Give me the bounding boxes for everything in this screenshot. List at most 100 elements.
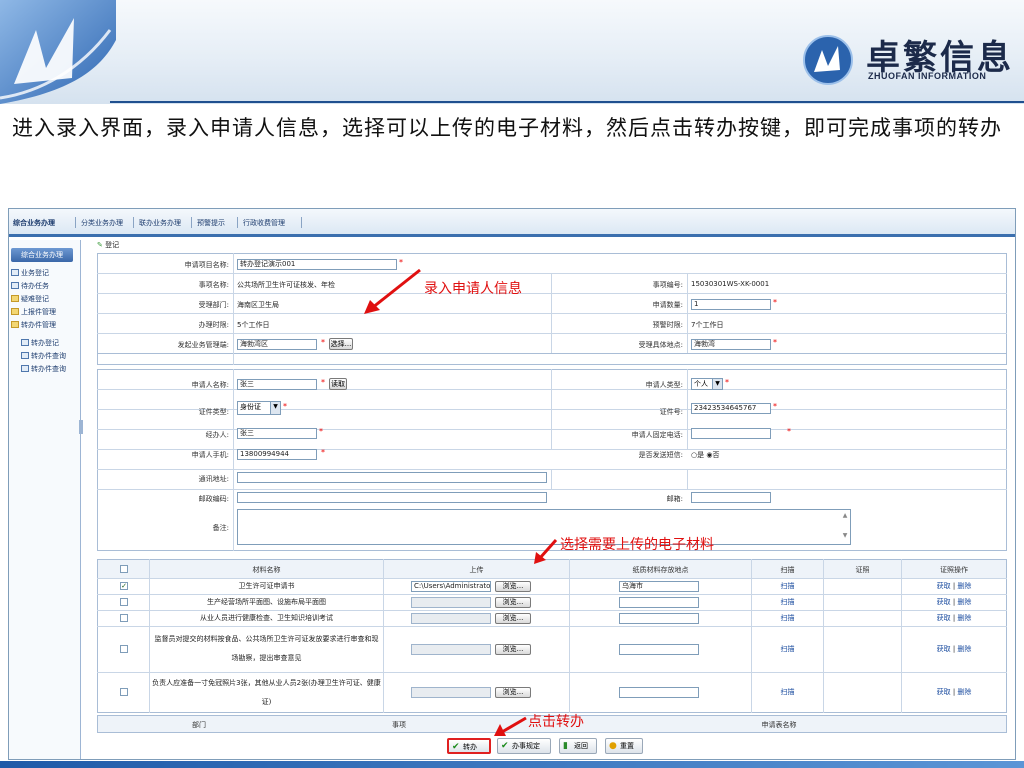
folder-open-icon <box>11 321 19 328</box>
id-type-label: 证件类型: <box>198 408 229 416</box>
rules-button[interactable]: ✔ 办事规定 <box>497 738 551 754</box>
browse-button[interactable]: 浏览... <box>495 644 531 655</box>
storage-location-input[interactable] <box>619 687 699 698</box>
delete-license-link[interactable]: 删除 <box>957 614 971 622</box>
phone-input[interactable] <box>691 428 771 439</box>
material-name: 生产经营场所平面图、设施布局平面图 <box>207 598 326 606</box>
mobile-input[interactable]: 13800994944 <box>237 449 317 460</box>
browse-button[interactable]: 浏览... <box>495 687 531 698</box>
material-checkbox[interactable]: ✓ <box>120 582 128 590</box>
select-all-checkbox[interactable] <box>120 565 128 573</box>
applicant-name-input[interactable]: 张三 <box>237 379 317 390</box>
material-checkbox[interactable] <box>120 645 128 653</box>
delete-license-link[interactable]: 删除 <box>957 688 971 696</box>
sidebar-item-transfer-query-2[interactable]: 转办件查询 <box>21 364 66 374</box>
sms-label: 是否发送短信: <box>638 451 683 459</box>
applicant-name-label: 申请人名称: <box>191 381 229 389</box>
postcode-input[interactable] <box>237 492 547 503</box>
id-no-input[interactable]: 23423534645767 <box>691 403 771 414</box>
scan-link[interactable]: 扫描 <box>752 596 823 609</box>
upload-path-input[interactable] <box>411 687 491 698</box>
scan-link[interactable]: 扫描 <box>752 580 823 593</box>
get-license-link[interactable]: 获取 <box>937 688 951 696</box>
sidebar-item-transfer-mgmt[interactable]: 转办件管理 <box>11 320 56 330</box>
required-mark: * <box>773 338 777 347</box>
quantity-input[interactable]: 1 <box>691 299 771 310</box>
delete-license-link[interactable]: 删除 <box>957 645 971 653</box>
storage-location-input[interactable]: 乌海市 <box>619 581 699 592</box>
get-license-link[interactable]: 获取 <box>937 614 951 622</box>
material-checkbox[interactable] <box>120 598 128 606</box>
nav-separator <box>133 217 134 228</box>
browse-button[interactable]: 浏览... <box>495 597 531 608</box>
reset-button[interactable]: ● 重置 <box>605 738 643 754</box>
material-checkbox[interactable] <box>120 614 128 622</box>
textarea-scrollbar[interactable]: ▲ ▼ <box>841 511 849 543</box>
brand-name-en: ZHUOFAN INFORMATION <box>868 71 987 81</box>
scan-link[interactable]: 扫描 <box>752 686 823 699</box>
browse-button[interactable]: 浏览... <box>495 613 531 624</box>
scan-link[interactable]: 扫描 <box>752 612 823 625</box>
get-license-link[interactable]: 获取 <box>937 598 951 606</box>
email-input[interactable] <box>691 492 771 503</box>
storage-location-input[interactable] <box>619 613 699 624</box>
material-checkbox[interactable] <box>120 688 128 696</box>
chevron-down-icon: ▼ <box>270 402 280 414</box>
folder-icon <box>11 295 19 302</box>
origin-select-button[interactable]: 选择... <box>329 338 353 350</box>
required-mark: * <box>725 378 729 387</box>
nav-separator <box>75 217 76 228</box>
materials-header-scan: 扫描 <box>780 566 795 574</box>
delete-license-link[interactable]: 删除 <box>957 598 971 606</box>
upload-path-input[interactable] <box>411 597 491 608</box>
row-divider <box>97 578 1007 579</box>
required-mark: * <box>319 427 323 436</box>
promise-limit-value: 7个工作日 <box>691 321 724 329</box>
brand-logo-icon <box>803 35 853 85</box>
read-id-button[interactable]: 读取 <box>329 378 347 390</box>
document-icon <box>21 339 29 346</box>
sidebar-collapse-handle[interactable] <box>79 420 83 434</box>
nav-tab-category[interactable]: 分类业务办理 <box>81 218 123 228</box>
sidebar-item-register[interactable]: 业务登记 <box>11 268 49 278</box>
upload-path-input[interactable] <box>411 644 491 655</box>
sidebar-title[interactable]: 综合业务办理 <box>11 248 73 262</box>
location-input[interactable]: 海勃湾 <box>691 339 771 350</box>
nav-tab-joint[interactable]: 联办业务办理 <box>139 218 181 228</box>
back-button[interactable]: ▮ 返回 <box>559 738 597 754</box>
id-type-select[interactable]: 身份证 ▼ <box>237 401 281 415</box>
sidebar-item-todo[interactable]: 待办任务 <box>11 281 49 291</box>
matter-no-value: 15030301WS-XK-0001 <box>691 280 770 288</box>
scan-link[interactable]: 扫描 <box>752 643 823 656</box>
sidebar-item-transfer-query[interactable]: 转办件查询 <box>21 351 66 361</box>
upload-path-input[interactable] <box>411 613 491 624</box>
license-ops: 获取 | 删除 <box>936 614 972 622</box>
applicant-type-select[interactable]: 个人 ▼ <box>691 378 723 390</box>
sidebar-item-transfer-register[interactable]: 转办登记 <box>21 338 59 348</box>
time-limit-value: 5个工作日 <box>237 321 270 329</box>
get-license-link[interactable]: 获取 <box>937 645 951 653</box>
get-license-link[interactable]: 获取 <box>937 582 951 590</box>
transfer-button[interactable]: ✔ 转办 <box>447 738 491 754</box>
storage-location-input[interactable] <box>619 597 699 608</box>
col-divider <box>569 559 570 713</box>
material-name: 监督员对提交的材料按食品、公共场所卫生许可证发放要求进行审查和现场勘察，提出审查… <box>154 635 379 662</box>
agent-input[interactable]: 张三 <box>237 428 317 439</box>
sidebar-item-difficult[interactable]: 疑难登记 <box>11 294 49 304</box>
nav-tab-fees[interactable]: 行政收费管理 <box>243 218 285 228</box>
storage-location-input[interactable] <box>619 644 699 655</box>
browse-button[interactable]: 浏览... <box>495 581 531 592</box>
delete-license-link[interactable]: 删除 <box>957 582 971 590</box>
origin-input[interactable]: 海勃湾区 <box>237 339 317 350</box>
sms-radio-group[interactable]: ○是 ◉否 <box>691 450 719 460</box>
nav-tab-warning[interactable]: 预警提示 <box>197 218 225 228</box>
upload-path-input[interactable]: C:\Users\Administrato <box>411 581 491 592</box>
row-divider <box>97 610 1007 611</box>
mobile-label: 申请人手机: <box>191 451 229 459</box>
address-input[interactable] <box>237 472 547 483</box>
slide-header: 卓繁信息 ZHUOFAN INFORMATION <box>0 0 1024 104</box>
nav-tab-integrated[interactable]: 综合业务办理 <box>13 218 55 228</box>
applicant-type-label: 申请人类型: <box>645 381 683 389</box>
sidebar-item-report[interactable]: 上报件管理 <box>11 307 56 317</box>
matter-value: 公共场所卫生许可证核发、年检 <box>237 281 335 289</box>
